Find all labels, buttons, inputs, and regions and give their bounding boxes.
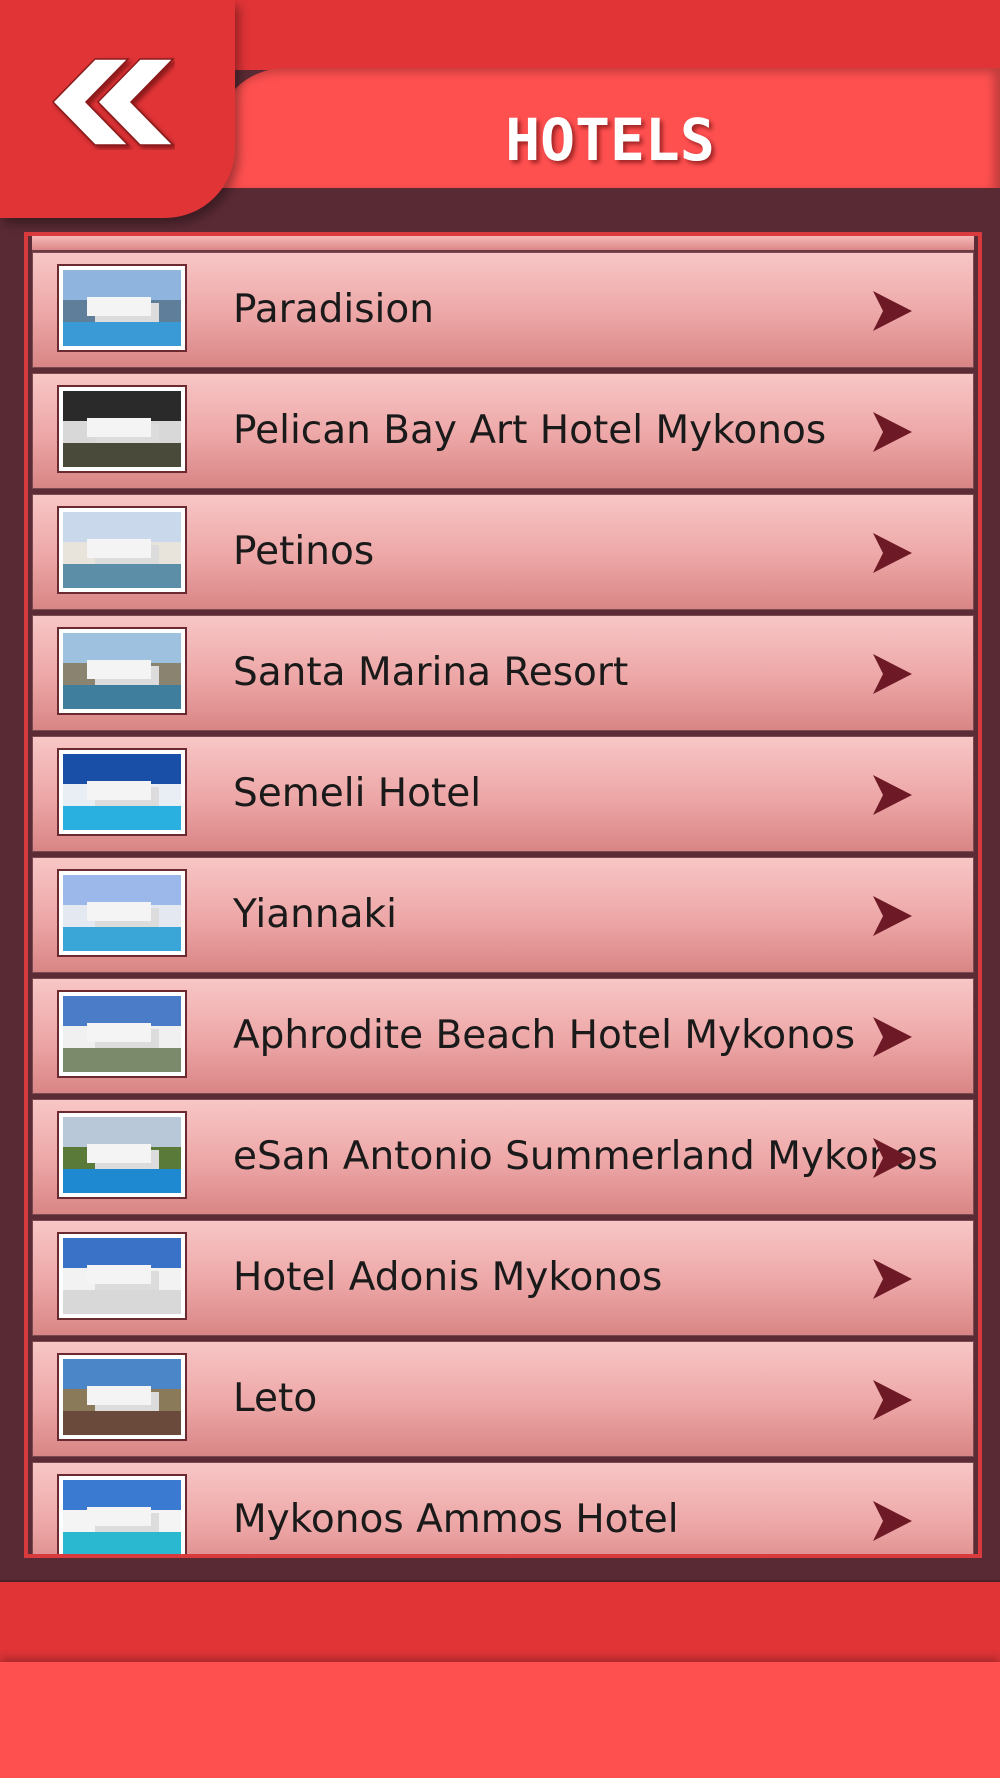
thumbnail-bot	[63, 926, 181, 951]
thumbnail-building	[86, 901, 152, 921]
triangle-right-icon	[871, 895, 913, 937]
footer-bar	[0, 1662, 1000, 1778]
thumbnail-building	[86, 538, 152, 558]
triangle-right-icon	[871, 1016, 913, 1058]
thumbnail-building	[86, 296, 152, 316]
triangle-right-icon	[871, 411, 913, 453]
thumbnail-building	[86, 1143, 152, 1163]
triangle-right-icon	[871, 1379, 913, 1421]
hotel-photo-icon	[57, 627, 187, 715]
list-item[interactable]: eSan Antonio Summerland Mykonos	[32, 1099, 974, 1215]
triangle-right-icon	[871, 1137, 913, 1179]
thumbnail-image	[63, 1117, 181, 1193]
thumbnail-building	[86, 1264, 152, 1284]
thumbnail-bot	[63, 1531, 181, 1554]
hotel-name: Leto	[233, 1376, 318, 1421]
thumbnail-building	[86, 417, 152, 437]
thumbnail-building	[86, 780, 152, 800]
triangle-right-icon	[871, 290, 913, 332]
thumbnail-building	[86, 659, 152, 679]
thumbnail-image	[63, 633, 181, 709]
hotel-photo-icon	[57, 506, 187, 594]
thumbnail-building	[86, 1022, 152, 1042]
list-item[interactable]: Paradision	[32, 252, 974, 368]
hotel-name: eSan Antonio Summerland Mykonos	[233, 1134, 938, 1179]
footer-band	[0, 1582, 1000, 1662]
thumbnail-image	[63, 1480, 181, 1554]
thumbnail-building	[86, 1506, 152, 1526]
triangle-right-icon	[871, 653, 913, 695]
thumbnail-bot	[63, 442, 181, 467]
triangle-right-icon	[871, 1258, 913, 1300]
hotel-name: Yiannaki	[233, 892, 397, 937]
hotel-name: Petinos	[233, 529, 375, 574]
list-item[interactable]: Hotel Adonis Mykonos	[32, 1220, 974, 1336]
thumbnail-image	[63, 1359, 181, 1435]
hotel-name: Aphrodite Beach Hotel Mykonos	[233, 1013, 856, 1058]
thumbnail-bot	[63, 1289, 181, 1314]
hotel-photo-icon	[57, 264, 187, 352]
page-title: HOTELS	[505, 106, 715, 174]
triangle-right-icon	[871, 532, 913, 574]
list-item[interactable]: Yiannaki	[32, 857, 974, 973]
thumbnail-image	[63, 754, 181, 830]
thumbnail-bot	[63, 684, 181, 709]
thumbnail-bot	[63, 1168, 181, 1193]
hotel-name: Paradision	[233, 287, 434, 332]
hotel-photo-icon	[57, 990, 187, 1078]
hotel-name: Mykonos Ammos Hotel	[233, 1497, 679, 1542]
back-button[interactable]	[40, 55, 175, 150]
thumbnail-building	[86, 1385, 152, 1405]
triangle-right-icon	[871, 1500, 913, 1542]
list-item[interactable]: Leto	[32, 1341, 974, 1457]
list-item[interactable]: Petinos	[32, 494, 974, 610]
thumbnail-image	[63, 391, 181, 467]
hotel-photo-icon	[57, 1353, 187, 1441]
triangle-right-icon	[871, 774, 913, 816]
list-item[interactable]: Pelican Bay Art Hotel Mykonos	[32, 373, 974, 489]
list-top-edge	[32, 236, 974, 252]
hotel-photo-icon	[57, 385, 187, 473]
thumbnail-image	[63, 270, 181, 346]
thumbnail-image	[63, 996, 181, 1072]
hotel-name: Semeli Hotel	[233, 771, 482, 816]
double-chevron-left-icon	[51, 58, 175, 146]
list-item[interactable]: Aphrodite Beach Hotel Mykonos	[32, 978, 974, 1094]
thumbnail-image	[63, 875, 181, 951]
hotel-photo-icon	[57, 748, 187, 836]
thumbnail-bot	[63, 805, 181, 830]
list-item[interactable]: Santa Marina Resort	[32, 615, 974, 731]
hotel-name: Santa Marina Resort	[233, 650, 629, 695]
hotel-name: Pelican Bay Art Hotel Mykonos	[233, 408, 827, 453]
hotel-name: Hotel Adonis Mykonos	[233, 1255, 663, 1300]
thumbnail-image	[63, 512, 181, 588]
hotel-photo-icon	[57, 1474, 187, 1554]
thumbnail-bot	[63, 1047, 181, 1072]
hotel-photo-icon	[57, 1111, 187, 1199]
hotel-list[interactable]: Paradision Pelican Bay Art Hotel Mykonos P…	[24, 232, 982, 1558]
thumbnail-bot	[63, 563, 181, 588]
hotel-photo-icon	[57, 869, 187, 957]
thumbnail-image	[63, 1238, 181, 1314]
thumbnail-bot	[63, 1410, 181, 1435]
list-item[interactable]: Mykonos Ammos Hotel	[32, 1462, 974, 1554]
list-item[interactable]: Semeli Hotel	[32, 736, 974, 852]
thumbnail-bot	[63, 321, 181, 346]
hotel-photo-icon	[57, 1232, 187, 1320]
